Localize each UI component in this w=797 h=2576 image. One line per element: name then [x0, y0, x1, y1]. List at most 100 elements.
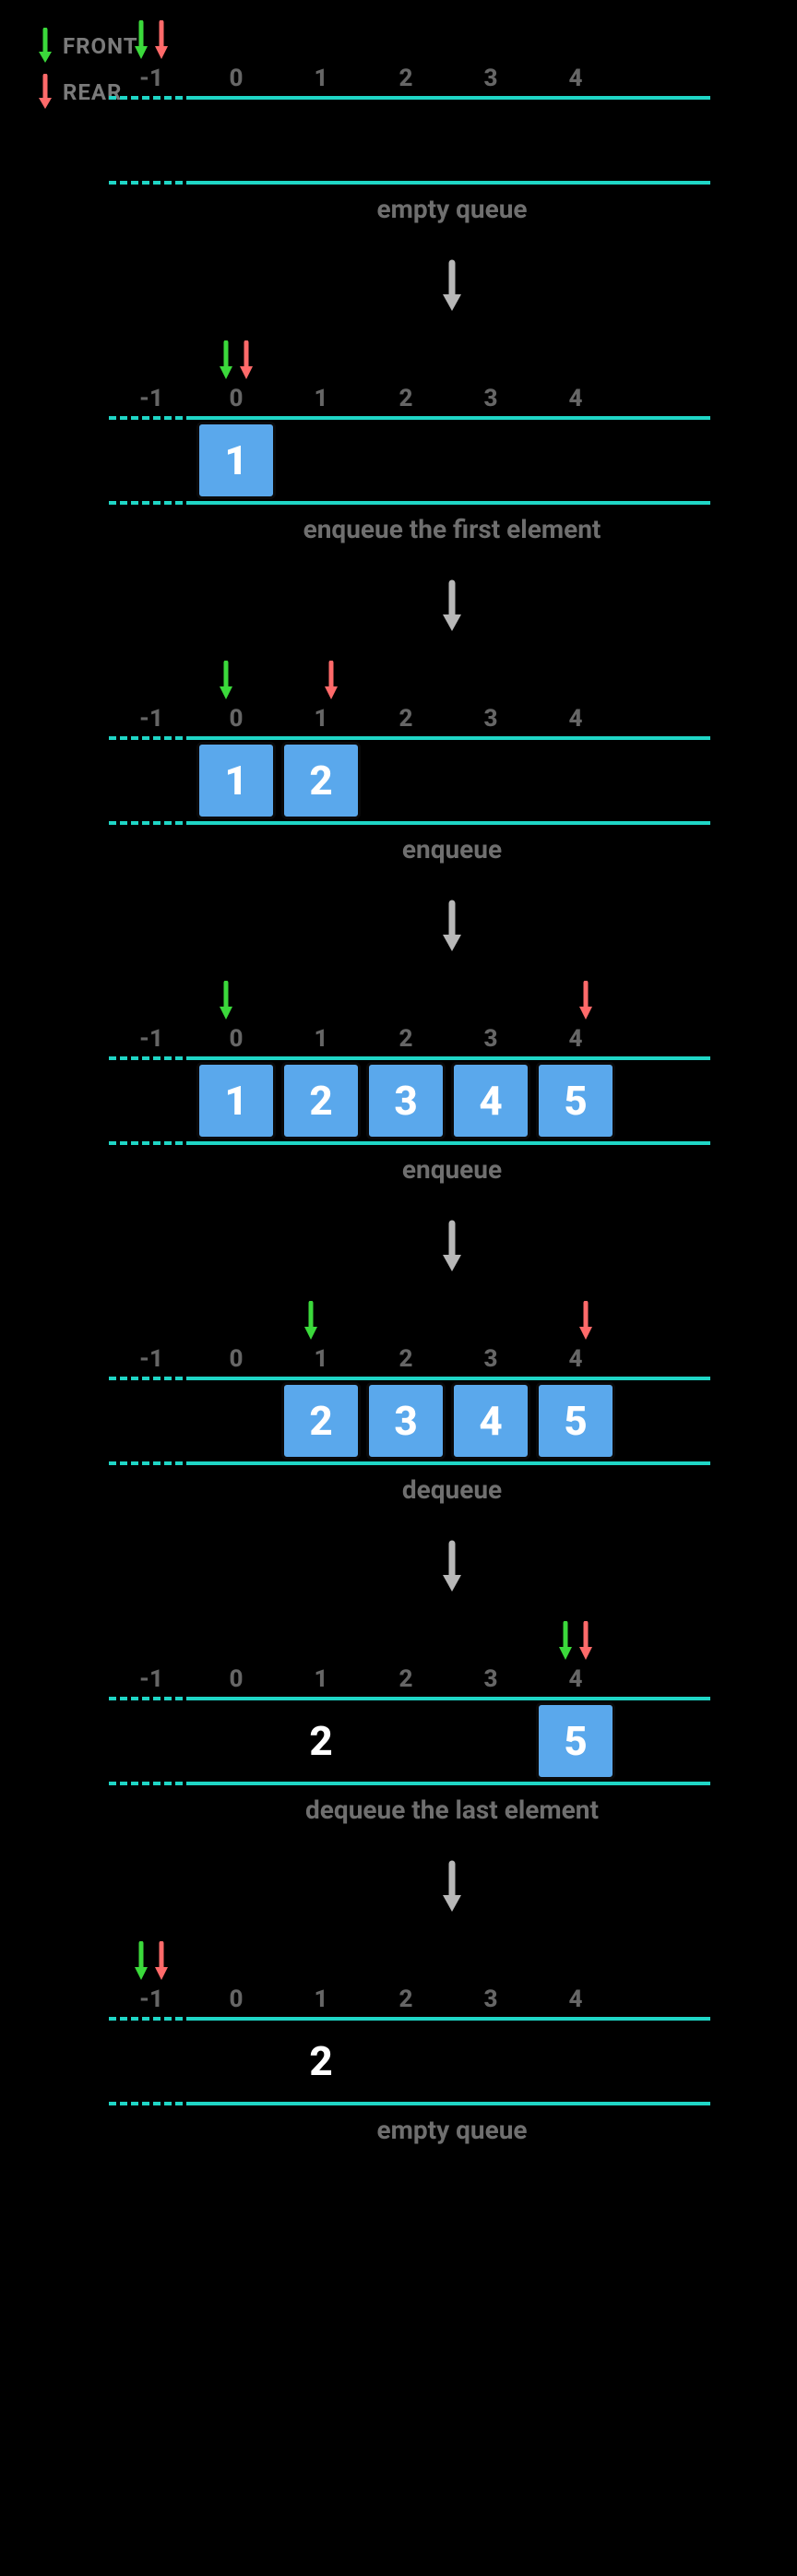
index-label: 0: [194, 65, 279, 96]
pointer-row: [194, 659, 710, 705]
cells-row: 12345: [194, 1060, 618, 1141]
flow-arrow-icon: [194, 579, 710, 637]
queue-cell: [279, 420, 363, 501]
index-label: 3: [448, 65, 533, 96]
stage-caption: empty queue: [194, 194, 710, 224]
front-pointer-icon: [133, 20, 149, 61]
queue-cell: [363, 1700, 448, 1782]
queue-cell: 2: [279, 1700, 363, 1782]
index-label: 1: [279, 705, 363, 736]
rear-pointer-icon: [577, 1301, 594, 1342]
queue-cell: 5: [533, 1380, 618, 1461]
ghost-value: 2: [309, 1717, 332, 1765]
rail-line: [194, 821, 710, 825]
rail-dash: [109, 501, 194, 505]
rail-line: [194, 501, 710, 505]
index-row: -101234: [194, 1025, 710, 1056]
index-label: 0: [194, 1665, 279, 1697]
stage-caption: enqueue: [194, 1154, 710, 1185]
front-pointer-icon: [133, 1941, 149, 1982]
queue-element: 2: [281, 1062, 361, 1139]
queue-cell: [279, 100, 363, 181]
index-label: 3: [448, 705, 533, 736]
index-label: 4: [533, 1665, 618, 1697]
rear-arrow-icon: [37, 74, 54, 111]
queue-element: 1: [196, 1062, 276, 1139]
queue-cell: 2: [279, 1380, 363, 1461]
index-label: 4: [533, 65, 618, 96]
index-label: 4: [533, 705, 618, 736]
cells-row: 2345: [194, 1380, 618, 1461]
index-label: 2: [363, 1665, 448, 1697]
queue-track: 12: [194, 736, 710, 825]
index-label: -1: [109, 1986, 194, 2013]
queue-element: 2: [281, 742, 361, 819]
rear-pointer-icon: [323, 661, 339, 701]
flow-arrow-icon: [194, 259, 710, 316]
queue-cell: [448, 740, 533, 821]
queue-element: 2: [281, 1382, 361, 1460]
queue-cell: [533, 740, 618, 821]
cells-row: 25: [194, 1700, 618, 1782]
index-label: -1: [109, 1665, 194, 1693]
rear-pointer-icon: [153, 1941, 170, 1982]
index-label: 3: [448, 385, 533, 416]
queue-cell: 3: [363, 1380, 448, 1461]
queue-cell: [448, 1700, 533, 1782]
index-label: 0: [194, 385, 279, 416]
index-row: -101234: [194, 1665, 710, 1697]
index-label: -1: [109, 385, 194, 412]
rail-dash: [109, 181, 194, 185]
queue-cell: 4: [448, 1060, 533, 1141]
stage-caption: dequeue the last element: [194, 1795, 710, 1825]
index-row: -101234: [194, 65, 710, 96]
queue-element: 5: [536, 1062, 615, 1139]
index-label: 2: [363, 1345, 448, 1377]
rail-dash: [109, 2017, 194, 2021]
index-label: 0: [194, 1025, 279, 1056]
index-label: 4: [533, 1345, 618, 1377]
index-label: 1: [279, 1345, 363, 1377]
rail-line: [194, 181, 710, 185]
rear-pointer-icon: [577, 981, 594, 1021]
pointer-row: [194, 339, 710, 385]
queue-cell: [448, 100, 533, 181]
queue-cell: 1: [194, 1060, 279, 1141]
front-pointer-icon: [218, 981, 234, 1021]
queue-track: 25: [194, 1697, 710, 1785]
pointer-row: [194, 1939, 710, 1986]
index-label: 1: [279, 1025, 363, 1056]
rail-dash: [109, 821, 194, 825]
pointer-row: [194, 1619, 710, 1665]
index-label: 1: [279, 65, 363, 96]
front-pointer-icon: [303, 1301, 319, 1342]
front-pointer-icon: [218, 661, 234, 701]
stages-container: -101234empty queue-1012341enqueue the fi…: [0, 18, 797, 2145]
rail-dash: [109, 96, 194, 100]
flow-arrow-icon: [194, 1860, 710, 1917]
rail-line: [194, 2102, 710, 2105]
cells-row: 12: [194, 740, 618, 821]
queue-cell: [363, 420, 448, 501]
diagram-canvas: FRONT REAR -101234empty queue-1012341enq…: [0, 0, 797, 2200]
rail-line: [194, 1461, 710, 1465]
front-pointer-icon: [557, 1621, 574, 1662]
index-label: -1: [109, 1345, 194, 1373]
queue-cell: [363, 100, 448, 181]
queue-cell: [194, 1380, 279, 1461]
index-label: 4: [533, 385, 618, 416]
stage-caption: dequeue: [194, 1474, 710, 1505]
queue-cell: 1: [194, 420, 279, 501]
queue-track: 12345: [194, 1056, 710, 1145]
queue-cell: 2: [279, 1060, 363, 1141]
pointer-row: [194, 1299, 710, 1345]
queue-cell: [533, 420, 618, 501]
queue-cell: [533, 2021, 618, 2102]
rail-line: [194, 1141, 710, 1145]
rail-dash: [109, 1782, 194, 1785]
rear-pointer-icon: [153, 20, 170, 61]
index-label: 0: [194, 705, 279, 736]
queue-cell: 4: [448, 1380, 533, 1461]
flow-arrow-icon: [194, 900, 710, 957]
index-label: 0: [194, 1986, 279, 2017]
